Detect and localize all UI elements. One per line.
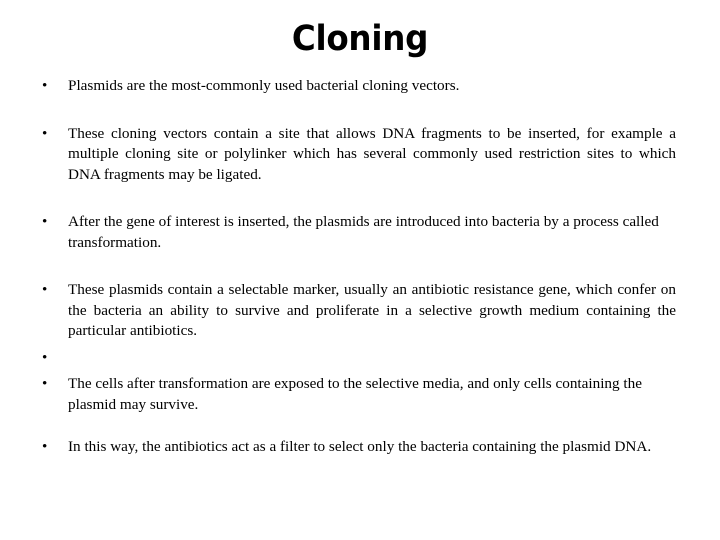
bullet-list: • Plasmids are the most-commonly used ba… bbox=[40, 76, 676, 458]
bullet-marker-icon: • bbox=[42, 77, 48, 94]
page-title: Cloning bbox=[291, 19, 429, 59]
list-item-text: The cells after transformation are expos… bbox=[68, 375, 646, 413]
list-item-empty: • bbox=[40, 348, 676, 369]
list-item-text: After the gene of interest is inserted, … bbox=[68, 213, 663, 251]
bullet-marker-icon: • bbox=[42, 348, 48, 366]
list-item: • Plasmids are the most-commonly used ba… bbox=[40, 76, 676, 97]
list-item-text: Plasmids are the most-commonly used bact… bbox=[68, 77, 460, 94]
list-item: • In this way, the antibiotics act as a … bbox=[40, 437, 676, 458]
list-item-text: These plasmids contain a selectable mark… bbox=[68, 281, 680, 339]
bullet-marker-icon: • bbox=[42, 438, 48, 455]
list-item: • The cells after transformation are exp… bbox=[40, 374, 676, 415]
bullet-marker-icon: • bbox=[42, 124, 48, 142]
slide-canvas: Cloning • Plasmids are the most-commonly… bbox=[0, 0, 720, 540]
bullet-marker-icon: • bbox=[42, 375, 48, 392]
list-item-text: In this way, the antibiotics act as a fi… bbox=[68, 438, 652, 455]
list-item: • These cloning vectors contain a site t… bbox=[40, 124, 676, 186]
list-item: • After the gene of interest is inserted… bbox=[40, 212, 676, 253]
bullet-marker-icon: • bbox=[42, 213, 48, 230]
list-item-text: These cloning vectors contain a site tha… bbox=[68, 124, 680, 183]
list-item: • These plasmids contain a selectable ma… bbox=[40, 280, 676, 342]
bullet-marker-icon: • bbox=[42, 281, 48, 298]
list-item-text bbox=[68, 348, 676, 369]
